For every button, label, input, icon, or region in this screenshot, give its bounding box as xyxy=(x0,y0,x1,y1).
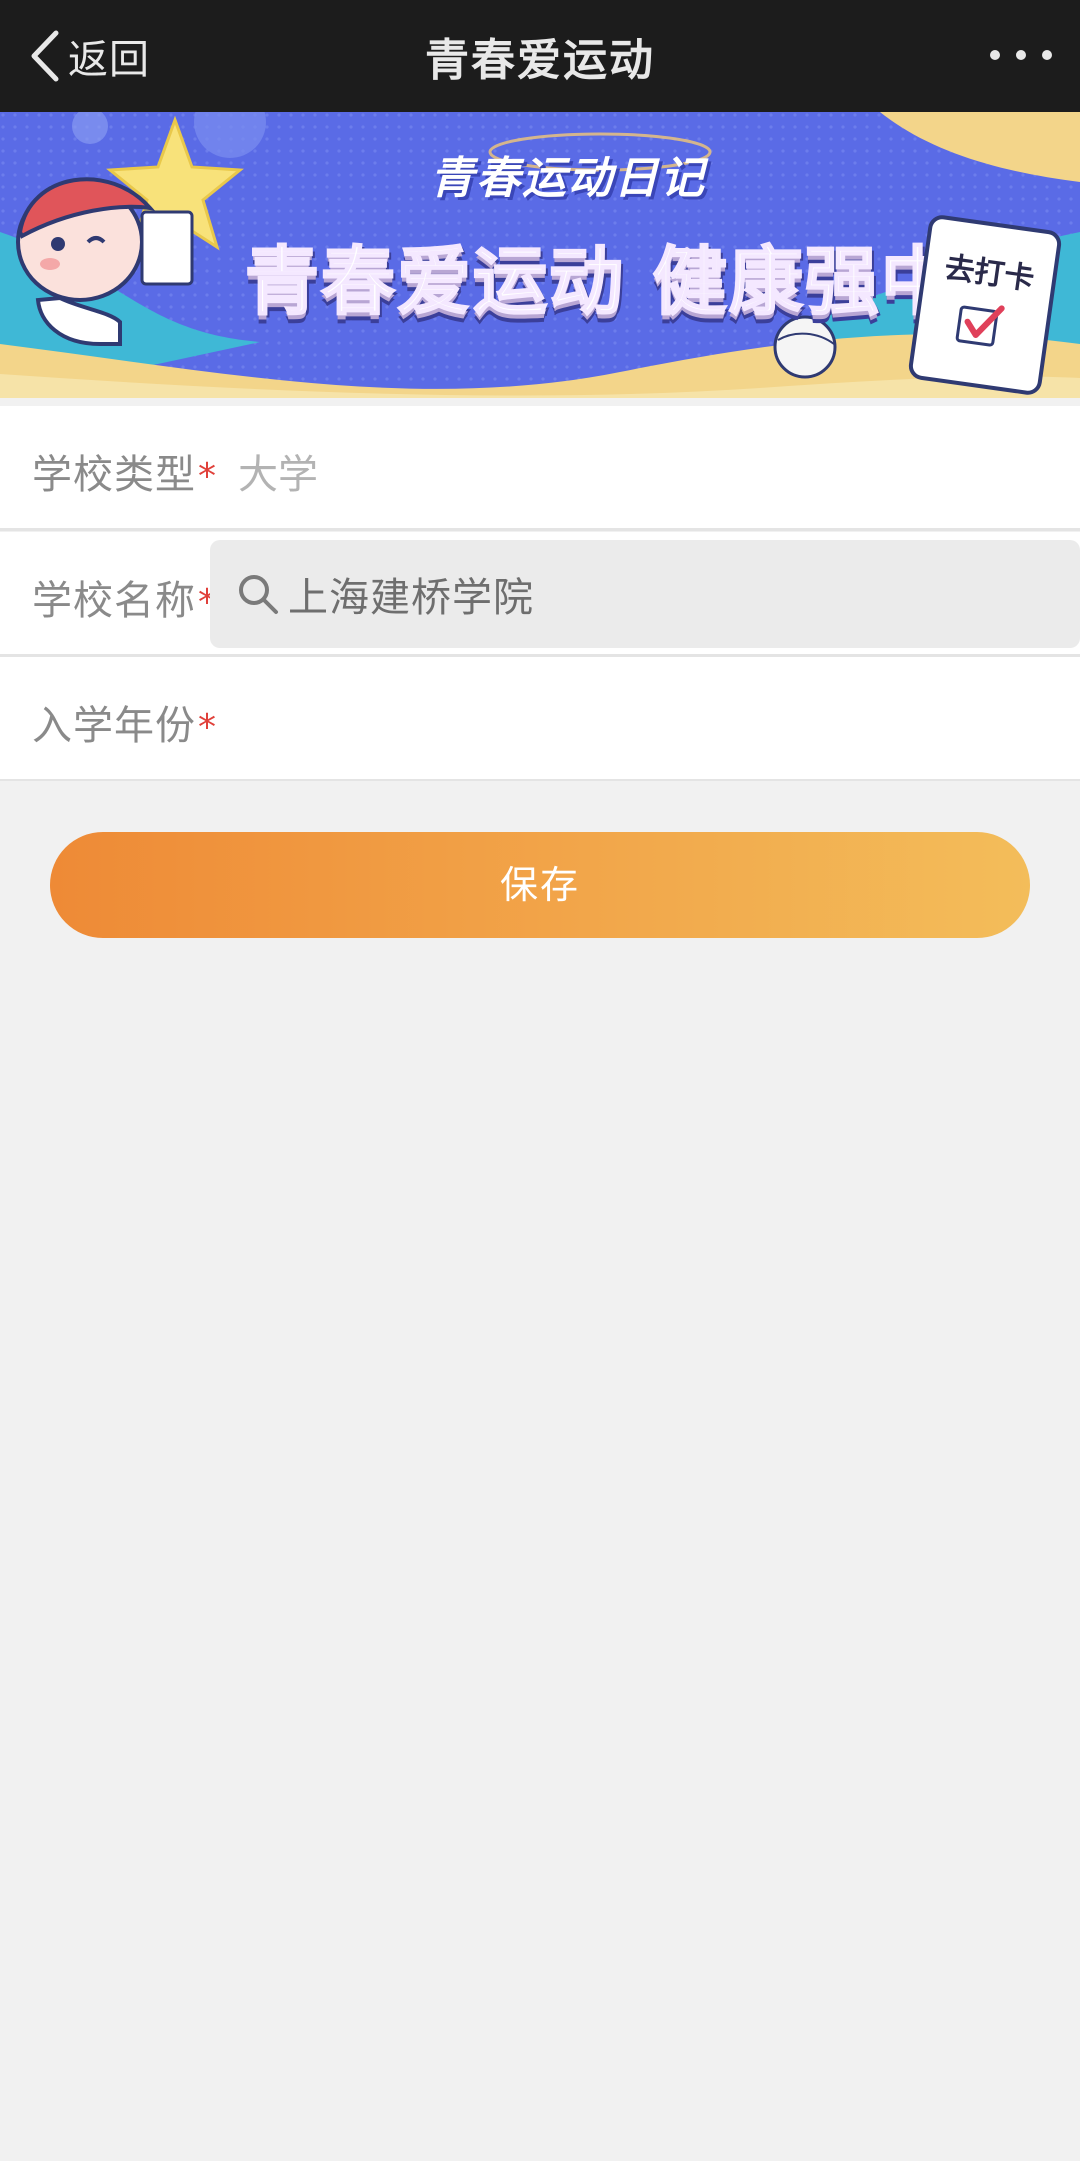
enroll-year-row[interactable]: 入学年份* xyxy=(0,657,1080,779)
checkin-tag-button[interactable]: 去打卡 xyxy=(907,213,1063,397)
checkin-label: 去打卡 xyxy=(942,250,1037,298)
promo-banner[interactable]: 青春运动日记 青春爱运动 健康强中国 去打卡 xyxy=(0,112,1080,398)
banner-headline: 青春爱运动 健康强中国 xyxy=(244,238,1033,326)
more-dots-icon xyxy=(1042,50,1052,60)
school-name-label: 学校名称* xyxy=(32,568,217,626)
more-menu-button[interactable] xyxy=(990,44,1052,66)
school-name-value: 上海建桥学院 xyxy=(288,575,534,621)
save-button[interactable]: 保存 xyxy=(50,832,1030,938)
banner-subtitle: 青春运动日记 xyxy=(430,153,706,204)
search-icon xyxy=(239,575,278,614)
page-title: 青春爱运动 xyxy=(425,35,655,86)
more-dots-icon xyxy=(1016,50,1026,60)
enroll-year-label: 入学年份* xyxy=(32,693,217,751)
row-divider xyxy=(0,528,1080,531)
school-name-row: 学校名称* 上海建桥学院 xyxy=(0,532,1080,654)
required-mark: * xyxy=(198,707,217,748)
school-type-value[interactable]: 大学 xyxy=(238,442,318,500)
more-dots-icon xyxy=(990,50,1000,60)
enroll-year-label-text: 入学年份 xyxy=(32,703,196,749)
row-divider xyxy=(0,779,1080,781)
school-type-label-text: 学校类型 xyxy=(32,452,196,498)
school-type-label: 学校类型* xyxy=(32,442,217,500)
required-mark: * xyxy=(198,456,217,497)
top-navbar: 返回 青春爱运动 xyxy=(0,0,1080,112)
school-name-label-text: 学校名称 xyxy=(32,578,196,624)
section-divider xyxy=(0,398,1080,406)
school-type-row[interactable]: 学校类型* 大学 xyxy=(0,406,1080,528)
school-name-search-input[interactable]: 上海建桥学院 xyxy=(210,540,1080,648)
checkmark-icon xyxy=(955,305,1005,347)
